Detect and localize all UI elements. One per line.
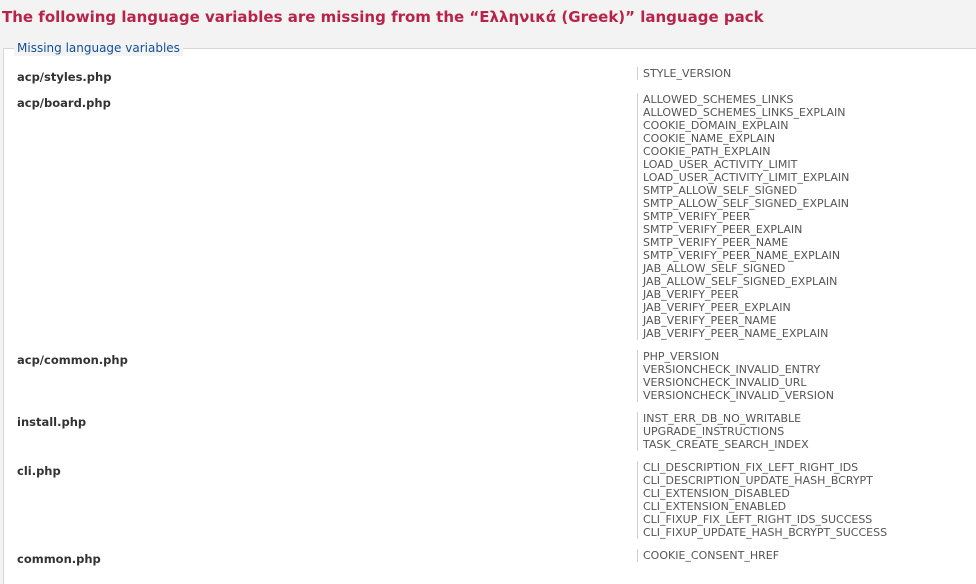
missing-var-item: CLI_FIXUP_UPDATE_HASH_BCRYPT_SUCCESS — [643, 526, 888, 539]
missing-var-item: CLI_EXTENSION_DISABLED — [643, 487, 790, 500]
file-name: acp/board.php — [17, 96, 111, 110]
missing-var-item: ALLOWED_SCHEMES_LINKS — [643, 93, 794, 106]
missing-var-item: UPGRADE_INSTRUCTIONS — [643, 425, 785, 438]
file-name: install.php — [17, 415, 87, 429]
missing-var-item: VERSIONCHECK_INVALID_VERSION — [643, 389, 834, 402]
missing-var-item: SMTP_VERIFY_PEER — [643, 210, 751, 223]
missing-var-list: PHP_VERSION VERSIONCHECK_INVALID_ENTRY VER… — [637, 350, 834, 402]
missing-var-item: COOKIE_DOMAIN_EXPLAIN — [643, 119, 789, 132]
file-name: acp/styles.php — [17, 70, 112, 84]
missing-var-item: LOAD_USER_ACTIVITY_LIMIT — [643, 158, 798, 171]
missing-var-item: TASK_CREATE_SEARCH_INDEX — [643, 438, 809, 451]
file-name: common.php — [17, 552, 101, 566]
file-name: cli.php — [17, 464, 61, 478]
missing-var-item: CLI_EXTENSION_ENABLED — [643, 500, 787, 513]
missing-var-item: STYLE_VERSION — [643, 67, 732, 80]
missing-var-item: COOKIE_PATH_EXPLAIN — [643, 145, 771, 158]
fieldset-legend: Missing language variables — [14, 40, 183, 56]
missing-vars-fieldset: Missing language variables acp/styles.ph… — [3, 40, 976, 584]
missing-var-item: SMTP_ALLOW_SELF_SIGNED — [643, 184, 798, 197]
missing-var-item: COOKIE_NAME_EXPLAIN — [643, 132, 776, 145]
missing-var-item: JAB_VERIFY_PEER_NAME_EXPLAIN — [643, 327, 829, 340]
missing-var-item: SMTP_VERIFY_PEER_EXPLAIN — [643, 223, 803, 236]
missing-var-item: LOAD_USER_ACTIVITY_LIMIT_EXPLAIN — [643, 171, 850, 184]
missing-var-item: ALLOWED_SCHEMES_LINKS_EXPLAIN — [643, 106, 846, 119]
missing-var-item: INST_ERR_DB_NO_WRITABLE — [643, 412, 802, 425]
page-title: The following language variables are mis… — [2, 8, 764, 26]
missing-var-item: PHP_VERSION — [643, 350, 720, 363]
missing-var-item: COOKIE_CONSENT_HREF — [643, 549, 780, 562]
missing-var-item: CLI_FIXUP_FIX_LEFT_RIGHT_IDS_SUCCESS — [643, 513, 873, 526]
missing-var-list: STYLE_VERSION — [637, 67, 731, 80]
missing-var-item: JAB_VERIFY_PEER — [643, 288, 739, 301]
missing-var-list: COOKIE_CONSENT_HREF — [637, 549, 779, 562]
file-name: acp/common.php — [17, 353, 128, 367]
missing-var-item: JAB_ALLOW_SELF_SIGNED — [643, 262, 786, 275]
missing-var-item: JAB_ALLOW_SELF_SIGNED_EXPLAIN — [643, 275, 838, 288]
missing-var-item: CLI_DESCRIPTION_UPDATE_HASH_BCRYPT — [643, 474, 873, 487]
missing-var-item: VERSIONCHECK_INVALID_ENTRY — [643, 363, 821, 376]
missing-var-item: SMTP_VERIFY_PEER_NAME — [643, 236, 789, 249]
missing-var-item: CLI_DESCRIPTION_FIX_LEFT_RIGHT_IDS — [643, 461, 859, 474]
missing-var-list: INST_ERR_DB_NO_WRITABLE UPGRADE_INSTRUCTI… — [637, 412, 809, 451]
missing-var-list: CLI_DESCRIPTION_FIX_LEFT_RIGHT_IDS CLI_DE… — [637, 461, 887, 539]
missing-var-item: SMTP_VERIFY_PEER_NAME_EXPLAIN — [643, 249, 841, 262]
page: The following language variables are mis… — [0, 0, 976, 584]
missing-var-list: ALLOWED_SCHEMES_LINKS ALLOWED_SCHEMES_LIN… — [637, 93, 849, 340]
missing-var-item: JAB_VERIFY_PEER_NAME — [643, 314, 777, 327]
missing-var-item: SMTP_ALLOW_SELF_SIGNED_EXPLAIN — [643, 197, 850, 210]
missing-var-item: JAB_VERIFY_PEER_EXPLAIN — [643, 301, 791, 314]
missing-var-item: VERSIONCHECK_INVALID_URL — [643, 376, 807, 389]
